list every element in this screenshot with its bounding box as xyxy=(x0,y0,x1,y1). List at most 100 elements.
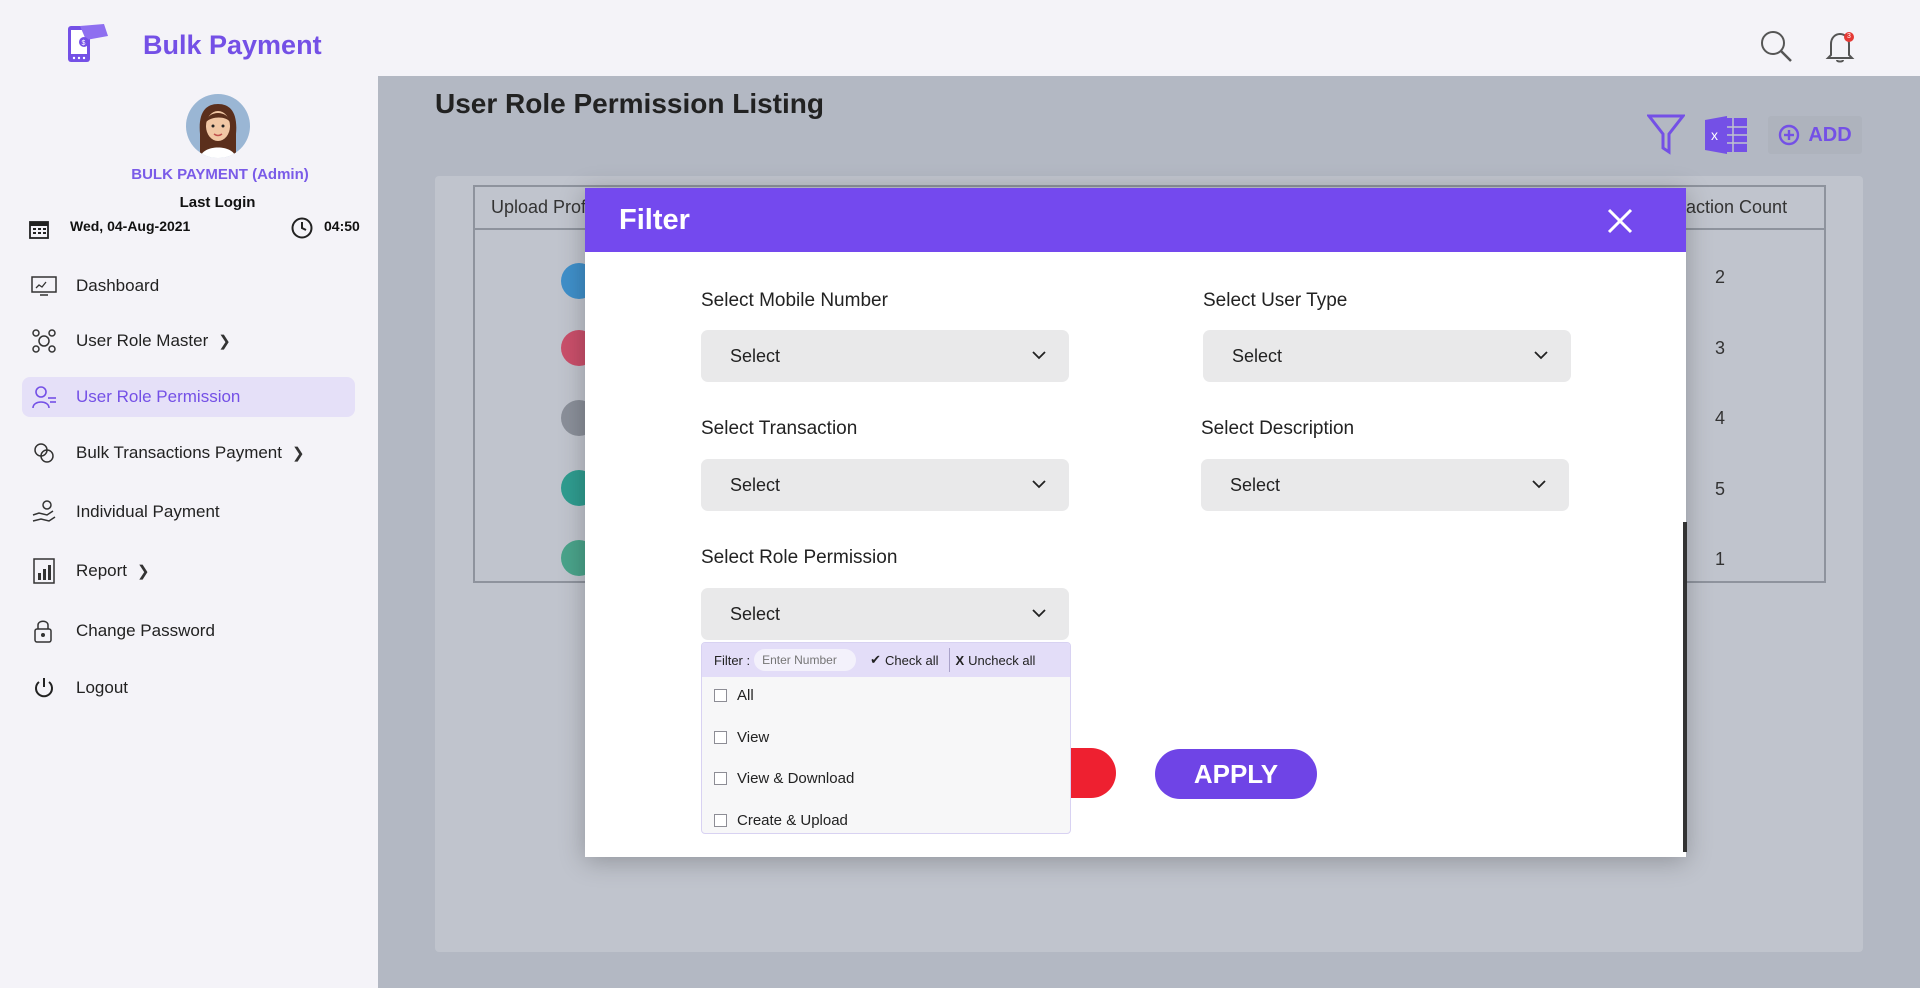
sidebar-item-label: Report xyxy=(76,561,128,580)
clock-icon xyxy=(291,217,313,239)
sidebar-item-label: Individual Payment xyxy=(76,502,220,521)
sidebar-item-report[interactable]: Report ❯ xyxy=(22,551,355,591)
option-label: All xyxy=(737,687,754,704)
user-name: BULK PAYMENT (Admin) xyxy=(131,166,309,183)
role-permission-select[interactable]: Select xyxy=(701,588,1069,640)
dropdown-option-view[interactable]: View xyxy=(714,729,769,746)
last-login-date: Wed, 04-Aug-2021 xyxy=(70,218,191,234)
add-label: ADD xyxy=(1808,123,1852,146)
bulk-payment-icon xyxy=(30,439,58,467)
page-title: User Role Permission Listing xyxy=(435,88,824,119)
report-icon xyxy=(30,557,58,585)
user-permission-icon xyxy=(30,383,58,411)
excel-icon[interactable]: x xyxy=(1703,114,1749,156)
table-cell-count: 3 xyxy=(1714,338,1725,358)
option-label: Create & Upload xyxy=(737,812,848,829)
filter-icon[interactable] xyxy=(1647,114,1685,156)
sidebar-item-label: Change Password xyxy=(76,621,215,640)
sidebar-item-label: Bulk Transactions Payment xyxy=(76,443,282,462)
chevron-right-icon: ❯ xyxy=(137,563,150,580)
dropdown-filter-label: Filter : xyxy=(714,652,751,668)
description-label: Select Description xyxy=(1201,418,1355,439)
select-value: Select xyxy=(1232,345,1283,366)
dropdown-option-all[interactable]: All xyxy=(714,687,754,704)
mobile-number-select[interactable]: Select xyxy=(701,330,1069,382)
table-cell-count: 4 xyxy=(1714,408,1725,428)
role-permission-label: Select Role Permission xyxy=(701,547,898,568)
sidebar-item-user-role-permission[interactable]: User Role Permission xyxy=(22,377,355,417)
sidebar-item-label: User Role Master xyxy=(76,331,209,350)
search-icon[interactable] xyxy=(1758,28,1794,64)
dropdown-option-view-download[interactable]: View & Download xyxy=(714,770,854,787)
select-value: Select xyxy=(1230,474,1281,495)
close-icon[interactable] xyxy=(1605,206,1635,236)
option-label: View & Download xyxy=(737,770,855,787)
brand-title: Bulk Payment xyxy=(143,30,322,60)
chevron-down-icon xyxy=(1032,351,1046,360)
uncheck-all-label: Uncheck all xyxy=(968,652,1036,668)
table-cell-count: 1 xyxy=(1714,549,1725,569)
individual-payment-icon xyxy=(30,498,58,526)
option-label: View xyxy=(737,729,770,746)
sidebar-item-label: User Role Permission xyxy=(76,387,241,406)
checkbox[interactable] xyxy=(714,689,727,702)
change-password-icon xyxy=(30,617,58,645)
select-value: Select xyxy=(730,603,781,624)
dropdown-option-create-upload[interactable]: Create & Upload xyxy=(714,812,848,829)
sidebar-item-change-password[interactable]: Change Password xyxy=(22,611,355,651)
sidebar-item-logout[interactable]: Logout xyxy=(22,668,355,708)
chevron-down-icon xyxy=(1534,351,1548,360)
sidebar-item-bulk-transactions-payment[interactable]: Bulk Transactions Payment ❯ xyxy=(22,433,355,473)
description-select[interactable]: Select xyxy=(1201,459,1569,511)
modal-title: Filter xyxy=(619,204,690,236)
dashboard-icon xyxy=(30,272,58,300)
checkbox[interactable] xyxy=(714,731,727,744)
sidebar-item-dashboard[interactable]: Dashboard xyxy=(22,266,355,306)
dropdown-toolbar: Filter : ✔ Check all X Uncheck all xyxy=(702,643,1070,677)
checkbox[interactable] xyxy=(714,772,727,785)
calendar-icon xyxy=(29,221,49,239)
top-header: $ Bulk Payment 3 xyxy=(0,0,1920,76)
chevron-right-icon: ❯ xyxy=(218,333,231,350)
dropdown-divider xyxy=(948,648,950,672)
uncheck-all-button[interactable]: X Uncheck all xyxy=(956,653,1036,668)
x-icon: X xyxy=(955,652,965,668)
transaction-label: Select Transaction xyxy=(701,418,858,439)
transaction-select[interactable]: Select xyxy=(701,459,1069,511)
chevron-down-icon xyxy=(1032,480,1046,489)
last-login-time: 04:50 xyxy=(324,218,360,234)
check-all-label: Check all xyxy=(885,652,939,668)
check-icon: ✔ xyxy=(870,652,882,667)
table-cell-count: 2 xyxy=(1714,267,1725,287)
role-master-icon xyxy=(30,327,58,355)
sidebar-item-label: Logout xyxy=(76,678,128,697)
dropdown-filter-input[interactable] xyxy=(754,649,857,671)
sidebar-item-individual-payment[interactable]: Individual Payment xyxy=(22,492,355,532)
column-header-transaction-count: action Count xyxy=(1686,197,1788,217)
svg-text:x: x xyxy=(1711,127,1718,143)
select-value: Select xyxy=(730,345,781,366)
chevron-down-icon xyxy=(1532,480,1546,489)
checkbox[interactable] xyxy=(714,814,727,827)
chevron-down-icon xyxy=(1032,609,1046,618)
user-type-label: Select User Type xyxy=(1203,290,1348,311)
plus-circle-icon xyxy=(1779,124,1800,146)
table-cell-count: 5 xyxy=(1714,479,1725,499)
apply-button[interactable]: APPLY xyxy=(1155,749,1317,799)
role-permission-dropdown: Filter : ✔ Check all X Uncheck all All V… xyxy=(701,642,1071,834)
check-all-button[interactable]: ✔ Check all xyxy=(870,652,938,668)
power-icon xyxy=(30,674,58,702)
sidebar xyxy=(0,76,378,988)
user-avatar xyxy=(186,94,250,158)
sidebar-item-label: Dashboard xyxy=(76,276,160,295)
chevron-right-icon: ❯ xyxy=(291,445,305,462)
select-value: Select xyxy=(730,474,781,495)
mobile-number-label: Select Mobile Number xyxy=(701,290,888,311)
notification-badge: 3 xyxy=(1844,32,1854,42)
column-header-upload-profile: Upload Profi xyxy=(491,197,591,217)
user-type-select[interactable]: Select xyxy=(1203,330,1571,382)
svg-text:$: $ xyxy=(82,40,86,47)
modal-scrollbar[interactable] xyxy=(1683,522,1687,852)
sidebar-item-user-role-master[interactable]: User Role Master ❯ xyxy=(22,321,355,361)
add-button[interactable]: ADD xyxy=(1768,116,1862,154)
